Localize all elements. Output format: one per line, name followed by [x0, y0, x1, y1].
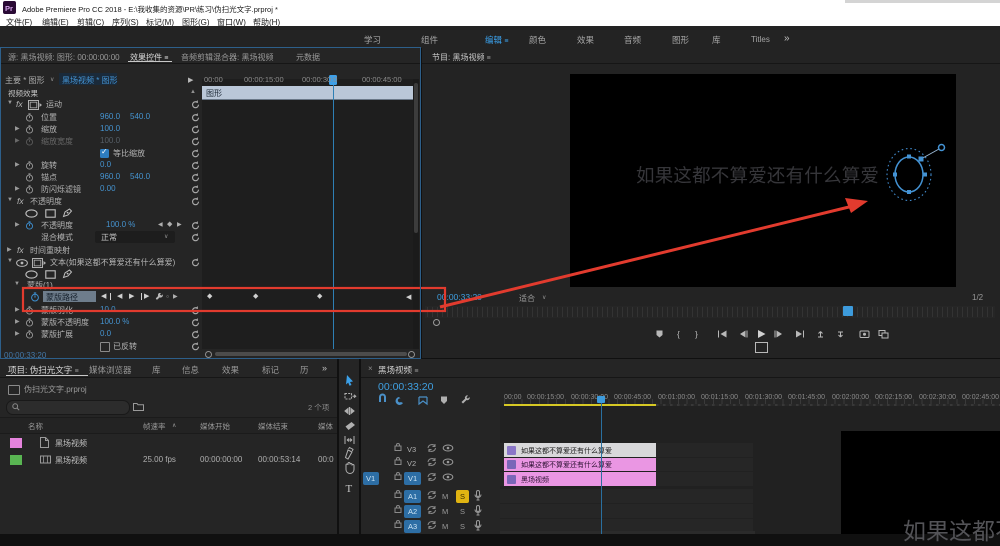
svg-text:{: { [677, 329, 680, 339]
svg-text:T: T [346, 483, 353, 495]
svg-text:}: } [695, 329, 698, 339]
